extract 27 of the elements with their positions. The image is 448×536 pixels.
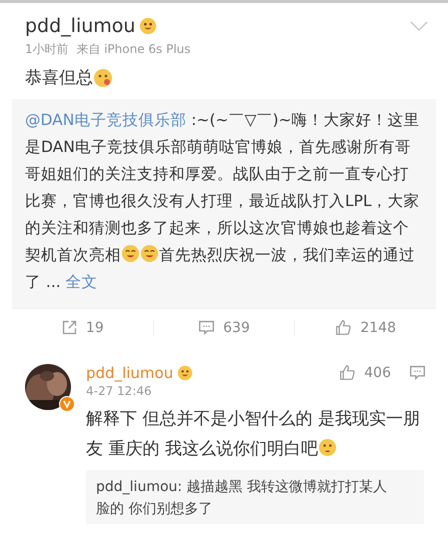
quoted-text: @DAN电子竞技俱乐部 :~(~￣▽￣)~嗨！大家好！这里是DAN电子竞技俱乐部萌萌哒官博娘，首先感谢所有哥哥姐姐们的关注支持和厚爱。战队由于之前一直专心打比赛，官博也很久没有人打理，最近战队打入LPL，大家的关注和猜测也多了起来，所以这次官博娘也趁着这个契机首次亮相 首先热烈庆祝一波，我们幸运的通过了 ... 全文 xyxy=(25,110,421,293)
post-text: 恭喜但总 xyxy=(25,67,93,89)
smiley-icon xyxy=(177,365,194,381)
commenter-name[interactable]: pdd_liumou xyxy=(86,364,174,382)
thumbs-up-icon xyxy=(335,319,352,336)
chevron-down-icon[interactable] xyxy=(410,20,428,32)
repost-action[interactable]: 19 xyxy=(12,319,153,336)
share-icon xyxy=(60,319,78,336)
quoted-post[interactable]: @DAN电子竞技俱乐部 :~(~￣▽￣)~嗨！大家好！这里是DAN电子竞技俱乐部萌萌哒官博娘，首先感谢所有哥哥姐姐们的关注支持和厚爱。战队由于之前一直专心打比赛，官博也很久没有人打理，最近战队打入LPL，大家的关注和猜测也多了起来，所以这次官博娘也趁着这个契机首次亮相 首先热烈庆祝一波，我们幸运的通过了 ... 全文 xyxy=(12,99,436,308)
thumbs-up-icon xyxy=(339,364,356,381)
comment-icon xyxy=(198,319,216,336)
comment-icon[interactable] xyxy=(409,364,426,381)
post-meta: 1小时前 来自 iPhone 6s Plus xyxy=(24,41,192,58)
reply-text: pdd_liumou: 越描越黑 我转这微博就打打某人脸的 你们别想多了 xyxy=(96,478,388,519)
author-name[interactable]: pdd_liumou xyxy=(25,15,136,37)
comment-text: 解释下 但总并不是小智什么的 是我现实一朋友 重庆的 我这么说你们明白吧 xyxy=(86,408,421,461)
like-action[interactable]: 2148 xyxy=(295,319,436,336)
smiley-icon xyxy=(139,17,158,35)
mention-link[interactable]: @DAN电子竞技俱乐部 xyxy=(25,111,186,129)
smiley-icon xyxy=(318,438,337,457)
comment-action[interactable]: 639 xyxy=(154,319,294,336)
full-text-link[interactable]: 全文 xyxy=(66,273,98,291)
smiley-icon xyxy=(121,244,140,263)
like-action[interactable]: 406 xyxy=(339,364,391,381)
smiley-icon xyxy=(93,68,113,88)
comment-time: 4-27 12:46 xyxy=(86,384,153,398)
smiley-icon xyxy=(140,244,159,263)
